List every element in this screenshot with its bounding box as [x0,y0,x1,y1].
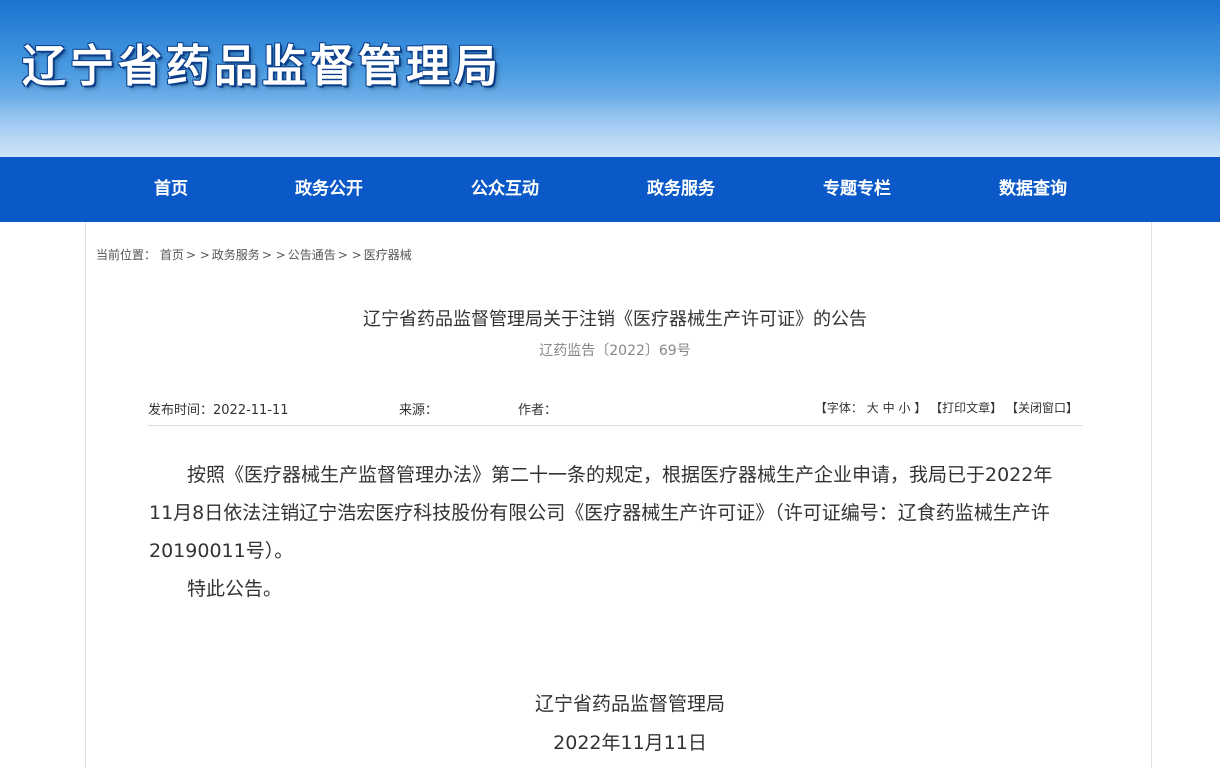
breadcrumb-link-gov-services[interactable]: 政务服务 [212,248,260,262]
font-size-medium-button[interactable]: 中 [883,401,895,415]
breadcrumb-separator: > > [261,248,286,262]
font-size-small-button[interactable]: 小 [898,401,910,415]
document-number: 辽药监告〔2022〕69号 [539,343,691,359]
publish-label: 发布时间： [148,403,214,418]
body-paragraph: 按照《医疗器械生产监督管理办法》第二十一条的规定，根据医疗器械生产企业申请，我局… [149,464,1053,562]
nav-item-data-query[interactable]: 数据查询 [999,157,1067,222]
main-nav: 首页 政务公开 公众互动 政务服务 专题专栏 数据查询 [0,157,1220,222]
breadcrumb-separator: > > [185,248,210,262]
nav-item-gov-services[interactable]: 政务服务 [647,157,715,222]
font-size-open: 【字体： [814,401,863,415]
font-size-close: 】 [914,401,927,415]
breadcrumb-link-medical-devices[interactable]: 医疗器械 [364,248,412,262]
signature-org: 辽宁省药品监督管理局 [534,693,725,715]
article-tools: 【字体： 大 中 小 】 【打印文章】 【关闭窗口】 [815,399,1078,416]
site-title: 辽宁省药品监督管理局 [22,41,502,92]
nav-item-public-interaction[interactable]: 公众互动 [471,157,539,222]
print-article-button[interactable]: 【打印文章】 [930,401,1002,415]
body-paragraph: 特此公告。 [187,578,283,600]
publish-date: 2022-11-11 [213,403,289,418]
font-size-large-button[interactable]: 大 [867,401,879,415]
breadcrumb-separator: > > [337,248,362,262]
breadcrumb: 当前位置： 首页 > > 政务服务 > > 公告通告 > > 医疗器械 [96,246,412,263]
article-title: 辽宁省药品监督管理局关于注销《医疗器械生产许可证》的公告 [363,309,867,330]
breadcrumb-prefix: 当前位置： [96,248,157,262]
header-banner: 辽宁省药品监督管理局 [0,0,1220,157]
publish-time: 发布时间：2022-11-11 [148,399,289,418]
close-window-button[interactable]: 【关闭窗口】 [1006,401,1078,415]
nav-item-special-topics[interactable]: 专题专栏 [823,157,891,222]
author-label: 作者： [518,403,558,418]
nav-item-gov-affairs[interactable]: 政务公开 [295,157,363,222]
nav-item-home[interactable]: 首页 [154,157,188,222]
source-label: 来源： [399,403,439,418]
breadcrumb-link-home[interactable]: 首页 [160,248,184,262]
signature-date: 2022年11月11日 [553,732,707,754]
divider [148,425,1083,426]
article-body: 按照《医疗器械生产监督管理办法》第二十一条的规定，根据医疗器械生产企业申请，我局… [149,456,1069,608]
breadcrumb-link-notices[interactable]: 公告通告 [288,248,336,262]
